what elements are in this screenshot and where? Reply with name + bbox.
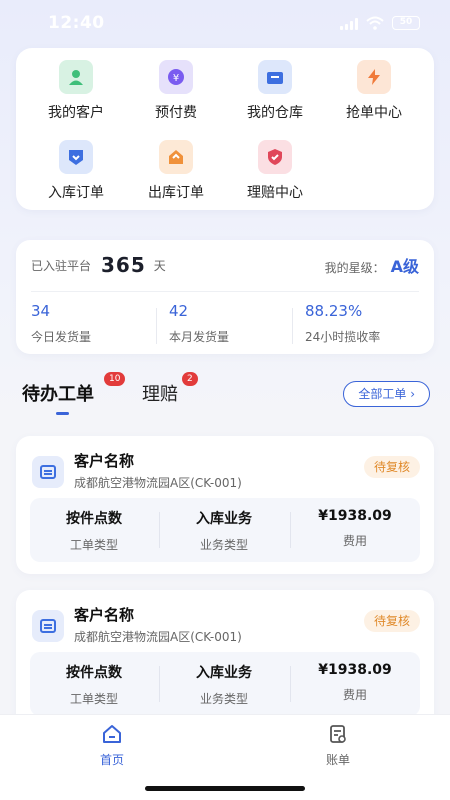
info-label: 费用: [342, 688, 367, 702]
menu-item-claims-center[interactable]: 理赔中心: [226, 140, 324, 210]
status-badge: 待复核: [363, 456, 420, 478]
info-label: 工单类型: [69, 692, 118, 706]
star-level: 我的星级： A级: [325, 253, 419, 277]
order-tabs: 待办工单 10 理赔 2 全部工单 ›: [0, 372, 450, 422]
stats-header: 已入驻平台 365 天 我的星级： A级: [31, 253, 419, 277]
warehouse-address: 成都航空港物流园A区(CK-001): [74, 476, 242, 490]
join-days: 365: [101, 253, 146, 277]
menu-label: 理赔中心: [247, 185, 303, 201]
status-bar: 12:40 50: [0, 0, 450, 46]
order-type: 按件点数 工单类型: [30, 508, 158, 553]
status-badge: 待复核: [363, 610, 420, 632]
info-value: 入库业务: [196, 665, 252, 681]
customer-name: 客户名称: [74, 452, 135, 470]
quick-menu: 我的客户 ¥ 预付费 我的仓库 抢单中心 入库订单 出库订单 理赔中心: [16, 48, 434, 210]
menu-item-prepaid[interactable]: ¥ 预付费: [127, 60, 225, 130]
svg-text:¥: ¥: [173, 73, 179, 84]
warehouse-icon: [32, 610, 64, 642]
claims-icon: [258, 140, 292, 174]
stat-value: 34: [31, 302, 51, 320]
menu-item-inbound-orders[interactable]: 入库订单: [27, 140, 125, 210]
stat-label: 本月发货量: [169, 330, 230, 344]
join-label: 已入驻平台: [31, 258, 92, 273]
tab-claims[interactable]: 理赔: [142, 380, 178, 406]
tab-badge: 10: [104, 372, 126, 386]
stat-value: 42: [169, 302, 189, 320]
customer-name: 客户名称: [74, 606, 135, 624]
info-label: 业务类型: [199, 538, 248, 552]
order-info: 按件点数 工单类型 入库业务 业务类型 ¥1938.09 费用: [30, 652, 420, 716]
menu-label: 我的仓库: [247, 105, 303, 121]
outbound-order-icon: [159, 140, 193, 174]
grab-order-icon: [357, 60, 391, 94]
level-label: 我的星级：: [324, 261, 385, 275]
stat-value: 88.23%: [305, 302, 363, 320]
menu-item-grab-order-center[interactable]: 抢单中心: [325, 60, 423, 130]
order-info: 按件点数 工单类型 入库业务 业务类型 ¥1938.09 费用: [30, 498, 420, 562]
menu-item-my-warehouse[interactable]: 我的仓库: [226, 60, 324, 130]
menu-item-my-customers[interactable]: 我的客户: [27, 60, 125, 130]
status-time: 12:40: [48, 13, 105, 33]
nav-item-home[interactable]: 首页: [72, 723, 152, 768]
info-label: 业务类型: [199, 692, 248, 706]
inbound-order-icon: [59, 140, 93, 174]
menu-label: 抢单中心: [346, 105, 402, 121]
all-orders-button[interactable]: 全部工单 ›: [343, 381, 430, 407]
menu-label: 入库订单: [48, 185, 104, 201]
divider: [31, 291, 419, 292]
info-label: 工单类型: [69, 538, 118, 552]
divider: [292, 308, 293, 344]
divider: [156, 308, 157, 344]
info-value: ¥1938.09: [318, 508, 392, 524]
menu-item-outbound-orders[interactable]: 出库订单: [127, 140, 225, 210]
nav-item-bill[interactable]: 账单: [298, 723, 378, 768]
menu-label: 我的客户: [48, 105, 104, 121]
order-fee: ¥1938.09 费用: [291, 662, 419, 703]
warehouse-address: 成都航空港物流园A区(CK-001): [74, 630, 242, 644]
stat-month-shipments: 42 本月发货量: [169, 302, 229, 345]
status-icons: 50: [340, 16, 420, 30]
info-value: ¥1938.09: [318, 662, 392, 678]
join-unit: 天: [153, 258, 166, 273]
customer-icon: [59, 60, 93, 94]
home-indicator: [145, 786, 305, 791]
info-value: 按件点数: [66, 511, 122, 527]
stat-label: 24小时揽收率: [305, 330, 381, 344]
info-label: 费用: [342, 534, 367, 548]
info-value: 入库业务: [196, 511, 252, 527]
stat-pickup-rate: 88.23% 24小时揽收率: [305, 302, 380, 345]
tab-underline: [56, 412, 69, 415]
stat-label: 今日发货量: [31, 330, 92, 344]
nav-label: 账单: [325, 753, 350, 767]
stats-card: 已入驻平台 365 天 我的星级： A级 34 今日发货量 42 本月发货量 8…: [16, 240, 434, 354]
order-fee: ¥1938.09 费用: [291, 508, 419, 549]
tab-pending-orders[interactable]: 待办工单: [22, 380, 94, 406]
order-card[interactable]: 客户名称 成都航空港物流园A区(CK-001) 待复核 按件点数 工单类型 入库…: [16, 436, 434, 574]
info-value: 按件点数: [66, 665, 122, 681]
nav-label: 首页: [99, 753, 124, 767]
menu-label: 出库订单: [148, 185, 204, 201]
level-value: A级: [390, 257, 419, 276]
order-type: 按件点数 工单类型: [30, 662, 158, 707]
signal-icon: [340, 17, 358, 30]
menu-label: 预付费: [155, 105, 197, 121]
business-type: 入库业务 业务类型: [160, 662, 288, 707]
home-icon: [103, 725, 121, 743]
wifi-icon: [366, 16, 384, 30]
order-card[interactable]: 客户名称 成都航空港物流园A区(CK-001) 待复核 按件点数 工单类型 入库…: [16, 590, 434, 728]
tab-label: 待办工单: [22, 384, 94, 405]
warehouse-icon: [258, 60, 292, 94]
business-type: 入库业务 业务类型: [160, 508, 288, 553]
warehouse-icon: [32, 456, 64, 488]
prepaid-icon: ¥: [159, 60, 193, 94]
tab-label: 理赔: [142, 384, 178, 405]
tab-badge: 2: [182, 372, 198, 386]
stat-today-shipments: 34 今日发货量: [31, 302, 91, 345]
battery-icon: 50: [392, 16, 420, 30]
bill-icon: [330, 725, 346, 743]
